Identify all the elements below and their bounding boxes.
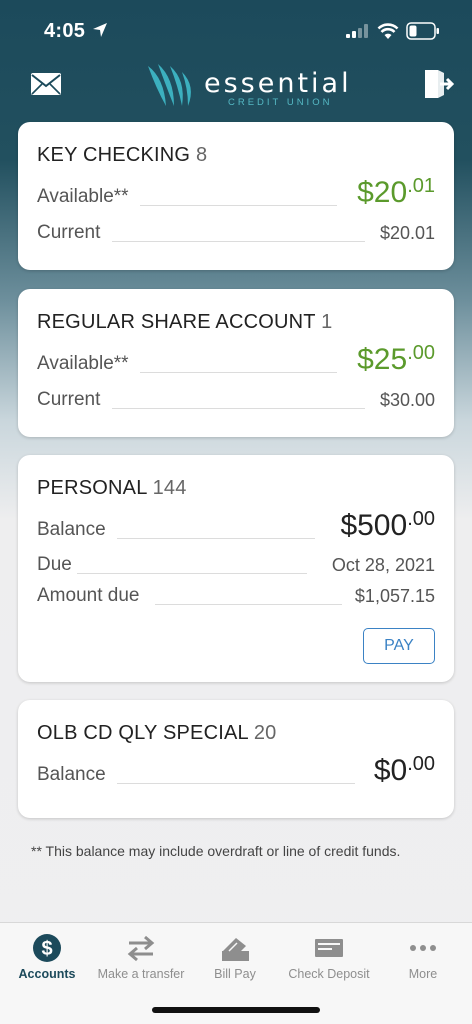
balance-row: Balance $500.00 [37, 508, 435, 545]
wifi-icon [377, 23, 399, 39]
tab-bill-pay[interactable]: Bill Pay [188, 923, 282, 993]
balance-amount: $0.00 [373, 753, 435, 787]
account-name: OLB CD QLY SPECIAL [37, 722, 249, 744]
row-leader [117, 783, 355, 784]
account-card-regular-share[interactable]: REGULAR SHARE ACCOUNT 1 Available** $25.… [18, 289, 454, 437]
brand-name: essential [204, 68, 352, 99]
cellular-signal-icon [346, 24, 368, 38]
available-row: Available** $25.00 [37, 342, 435, 379]
row-leader [112, 408, 365, 409]
account-title: KEY CHECKING 8 [37, 144, 207, 167]
account-title: OLB CD QLY SPECIAL 20 [37, 722, 277, 745]
battery-icon [406, 22, 439, 40]
amount-due-value: $1,057.15 [354, 586, 435, 606]
row-leader [77, 573, 307, 574]
tab-label: Accounts [18, 967, 76, 981]
logo-mark-icon [148, 64, 191, 106]
row-label: Balance [37, 519, 106, 540]
amount-due-row: Amount due $1,057.15 [37, 581, 435, 611]
tab-label: Make a transfer [97, 967, 185, 981]
mail-icon[interactable] [30, 72, 62, 96]
location-arrow-icon [93, 23, 107, 37]
dollar-circle-icon: $ [33, 934, 61, 962]
due-row: Due Oct 28, 2021 [37, 550, 435, 580]
account-name: KEY CHECKING [37, 144, 191, 166]
tab-label: Bill Pay [214, 967, 256, 981]
transfer-arrows-icon [127, 935, 155, 962]
row-leader [140, 372, 337, 373]
current-amount: $30.00 [379, 390, 435, 410]
account-title: REGULAR SHARE ACCOUNT 1 [37, 311, 332, 334]
tab-check-deposit[interactable]: Check Deposit [282, 923, 376, 993]
overdraft-footnote: ** This balance may include overdraft or… [31, 843, 401, 859]
row-leader [140, 205, 337, 206]
current-row: Current $20.01 [37, 218, 435, 248]
row-label: Current [37, 389, 101, 410]
bill-pay-icon [222, 938, 249, 961]
current-amount: $20.01 [379, 223, 435, 243]
row-label: Available** [37, 353, 129, 374]
check-icon [315, 939, 343, 957]
pay-button[interactable]: PAY [363, 628, 435, 664]
app-header: essential CREDIT UNION [0, 60, 472, 120]
tab-more[interactable]: More [376, 923, 470, 993]
account-title: PERSONAL 144 [37, 477, 187, 500]
tab-accounts[interactable]: $ Accounts [0, 923, 94, 993]
more-dots-icon [410, 945, 436, 951]
status-bar: 4:05 [0, 0, 472, 62]
row-leader [155, 604, 342, 605]
balance-amount: $500.00 [340, 508, 435, 542]
balance-row: Balance $0.00 [37, 753, 435, 790]
brand-subtitle: CREDIT UNION [228, 97, 333, 108]
tab-make-a-transfer[interactable]: Make a transfer [94, 923, 188, 993]
row-label: Amount due [37, 585, 140, 606]
account-name: PERSONAL [37, 477, 147, 499]
tab-label: Check Deposit [288, 967, 370, 981]
brand-logo: essential CREDIT UNION [146, 62, 349, 110]
account-card-personal[interactable]: PERSONAL 144 Balance $500.00 Due Oct 28,… [18, 455, 454, 682]
account-number: 144 [152, 477, 187, 499]
account-number: 20 [253, 722, 277, 744]
account-card-olb-cd[interactable]: OLB CD QLY SPECIAL 20 Balance $0.00 [18, 700, 454, 818]
row-label: Balance [37, 764, 106, 785]
svg-text:$: $ [41, 938, 52, 960]
due-date: Oct 28, 2021 [331, 555, 435, 575]
available-amount: $25.00 [357, 342, 435, 376]
home-indicator [152, 1007, 320, 1013]
row-leader [112, 241, 365, 242]
row-leader [117, 538, 315, 539]
logout-icon[interactable] [422, 68, 454, 100]
available-row: Available** $20.01 [37, 175, 435, 212]
status-time: 4:05 [44, 20, 86, 42]
row-label: Due [37, 554, 72, 575]
row-label: Current [37, 222, 101, 243]
account-number: 8 [195, 144, 208, 166]
account-card-key-checking[interactable]: KEY CHECKING 8 Available** $20.01 Curren… [18, 122, 454, 270]
account-number: 1 [321, 311, 333, 333]
account-name: REGULAR SHARE ACCOUNT [37, 311, 316, 333]
row-label: Available** [37, 186, 129, 207]
tab-label: More [408, 967, 438, 981]
current-row: Current $30.00 [37, 385, 435, 415]
available-amount: $20.01 [357, 175, 435, 209]
